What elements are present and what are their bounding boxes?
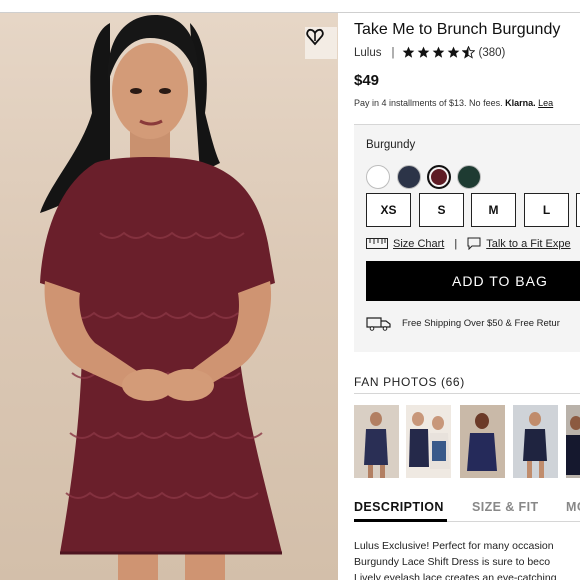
product-image[interactable] [0,13,338,580]
fit-expert-link[interactable]: Talk to a Fit Expe [486,238,570,250]
selected-color-label: Burgundy [366,139,416,151]
truck-icon [366,317,391,331]
star-icon [432,46,444,58]
fan-photo-thumbnail[interactable] [513,405,558,478]
klarna-logo: Klarna. [505,98,536,108]
color-swatch-burgundy[interactable] [427,165,451,189]
fan-photo-thumbnail[interactable] [354,405,399,478]
tab-size-fit[interactable]: SIZE & FIT [472,500,539,514]
shipping-info: Free Shipping Over $50 & Free Retur [366,316,560,331]
tab-more[interactable]: MC [566,500,580,514]
product-info-panel: Take Me to Brunch Burgundy Lulus | (380)… [354,13,580,580]
star-icon [417,46,429,58]
installments-text: Pay in 4 installments of $13. No fees. K… [354,98,553,108]
add-to-bag-button[interactable]: ADD TO BAG [366,261,580,301]
star-icon [402,46,414,58]
divider [354,393,580,394]
description-line: Lively eyelash lace creates an eye-catch… [354,572,557,580]
size-button-partial[interactable] [576,193,580,227]
rating-stars[interactable] [402,46,475,59]
active-tab-indicator [354,519,447,522]
learn-more-link[interactable]: Lea [538,98,553,108]
size-chart-link[interactable]: Size Chart [393,238,444,250]
description-line: Burgundy Lace Shift Dress is sure to bec… [354,556,551,568]
fan-photo-thumbnail[interactable] [406,405,451,478]
shipping-text: Free Shipping Over $50 & Free Retur [402,318,560,329]
fan-photo-thumbnail[interactable] [566,405,580,478]
chat-bubble-icon [467,237,481,250]
installments-copy: Pay in 4 installments of $13. No fees. [354,98,503,108]
size-button-l[interactable]: L [524,193,569,227]
description-line: Lulus Exclusive! Perfect for many occasi… [354,540,554,552]
brand-link[interactable]: Lulus [354,47,382,59]
fit-links-row: Size Chart | Talk to a Fit Expe [366,237,571,250]
star-icon [447,46,459,58]
product-title: Take Me to Brunch Burgundy [354,21,561,38]
fit-separator: | [454,237,458,250]
size-button-s[interactable]: S [419,193,464,227]
fan-photo-thumbnail[interactable] [460,405,505,478]
size-button-xs[interactable]: XS [366,193,411,227]
brand-separator: | [391,46,395,59]
variant-selector: Burgundy XS S M L Size Chart | Talk to a… [354,125,580,352]
description-text: Lulus Exclusive! Perfect for many occasi… [354,538,580,580]
brand-rating-row: Lulus | (380) [354,46,505,59]
color-swatch-dark-green[interactable] [457,165,481,189]
review-count[interactable]: (380) [479,47,506,59]
ruler-icon [366,238,388,249]
color-swatch-white[interactable] [366,165,390,189]
fan-photos-heading: FAN PHOTOS (66) [354,375,465,389]
wishlist-heart-icon[interactable] [305,27,337,59]
half-star-icon [461,46,475,59]
product-price: $49 [354,72,380,89]
tab-description[interactable]: DESCRIPTION [354,500,444,514]
size-button-m[interactable]: M [471,193,516,227]
color-swatch-navy[interactable] [397,165,421,189]
